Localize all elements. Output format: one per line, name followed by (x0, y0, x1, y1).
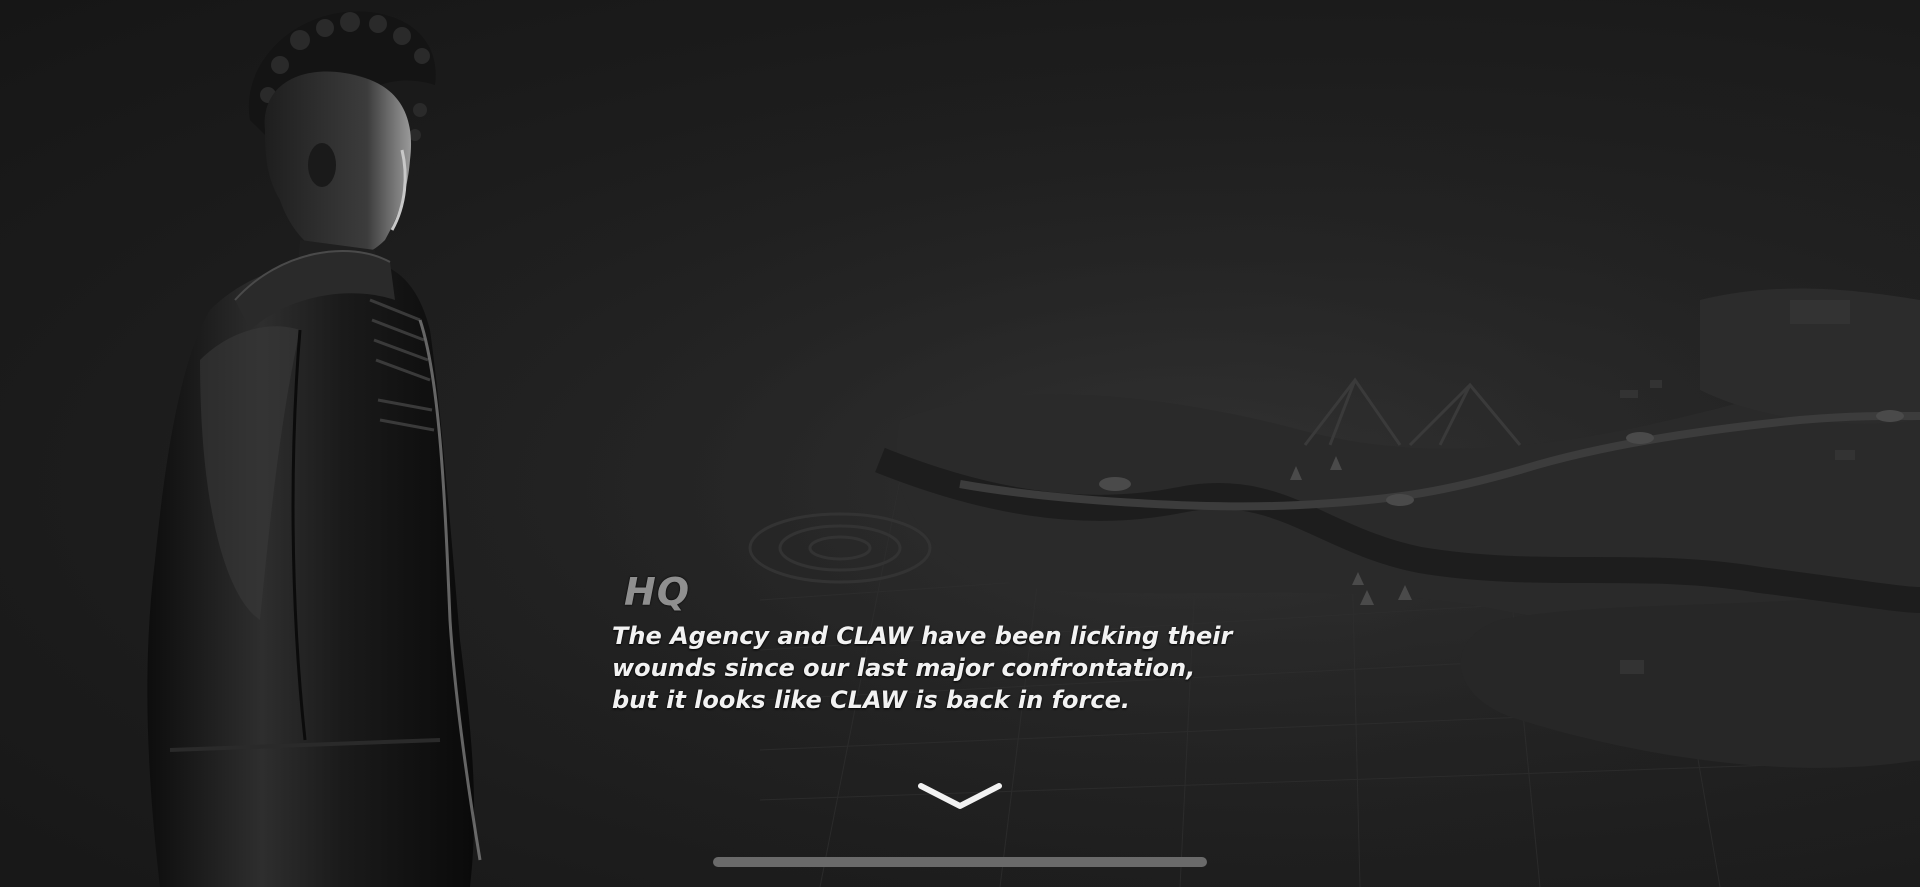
agent-character-portrait (147, 11, 482, 887)
chevron-down-icon (918, 783, 1002, 809)
home-indicator-bar[interactable] (713, 857, 1207, 867)
game-scene[interactable]: HQ The Agency and CLAW have been licking… (0, 0, 1920, 887)
dialog-line-2: wounds since our last major confrontatio… (612, 654, 1196, 682)
dialog-speaker-name: HQ (624, 570, 691, 614)
dialog-box: HQ The Agency and CLAW have been licking… (612, 570, 1372, 716)
dialog-line-1: The Agency and CLAW have been licking th… (612, 622, 1233, 650)
advance-dialog-button[interactable] (917, 780, 1003, 814)
dialog-line-3: but it looks like CLAW is back in force. (612, 686, 1130, 714)
